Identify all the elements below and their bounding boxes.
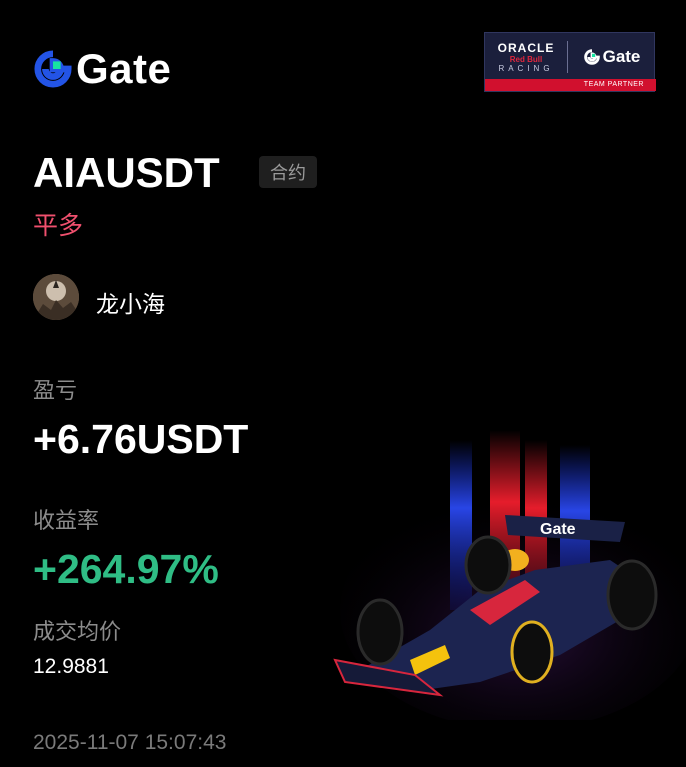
redbull-racing-logo: ORACLE Red Bull RACING: [485, 41, 567, 73]
roi-label: 收益率: [33, 508, 100, 533]
rear-right-wheel: [606, 559, 658, 631]
gate-logo: Gate: [34, 48, 171, 90]
position-side: 平多: [33, 212, 84, 240]
avatar-image-icon: [33, 274, 79, 320]
badge-gate-logo: Gate: [568, 47, 656, 67]
f1-car-illustration: Gate: [333, 430, 686, 720]
avatar: [33, 274, 79, 320]
contract-tag: 合约: [259, 156, 317, 188]
pnl-value: +6.76USDT: [33, 416, 249, 462]
timestamp: 2025-11-07 15:07:43: [33, 731, 227, 754]
oracle-text: ORACLE: [497, 41, 555, 55]
trading-symbol: AIAUSDT: [33, 149, 220, 196]
rear-left-wheel: [464, 535, 512, 595]
avg-price-label: 成交均价: [33, 619, 122, 644]
gate-logo-icon: [583, 49, 600, 65]
badge-gate-text: Gate: [602, 47, 641, 66]
brand-name: Gate: [76, 45, 172, 92]
pnl-label: 盈亏: [33, 378, 78, 403]
racing-text: RACING: [498, 64, 554, 73]
rear-wing-livery-text: Gate: [540, 521, 576, 538]
roi-value: +264.97%: [33, 546, 219, 592]
redbull-text: Red Bull: [509, 55, 543, 64]
partner-badge: ORACLE Red Bull RACING Gate TEAM PARTNER: [484, 32, 656, 92]
gate-logo-icon: [34, 50, 72, 88]
team-partner-bar: TEAM PARTNER: [485, 79, 656, 91]
avg-price-value: 12.9881: [33, 655, 109, 678]
front-left-wheel: [356, 598, 404, 666]
username: 龙小海: [96, 291, 165, 317]
front-right-wheel: [510, 620, 554, 684]
light-beam-blue-left: [450, 440, 472, 610]
